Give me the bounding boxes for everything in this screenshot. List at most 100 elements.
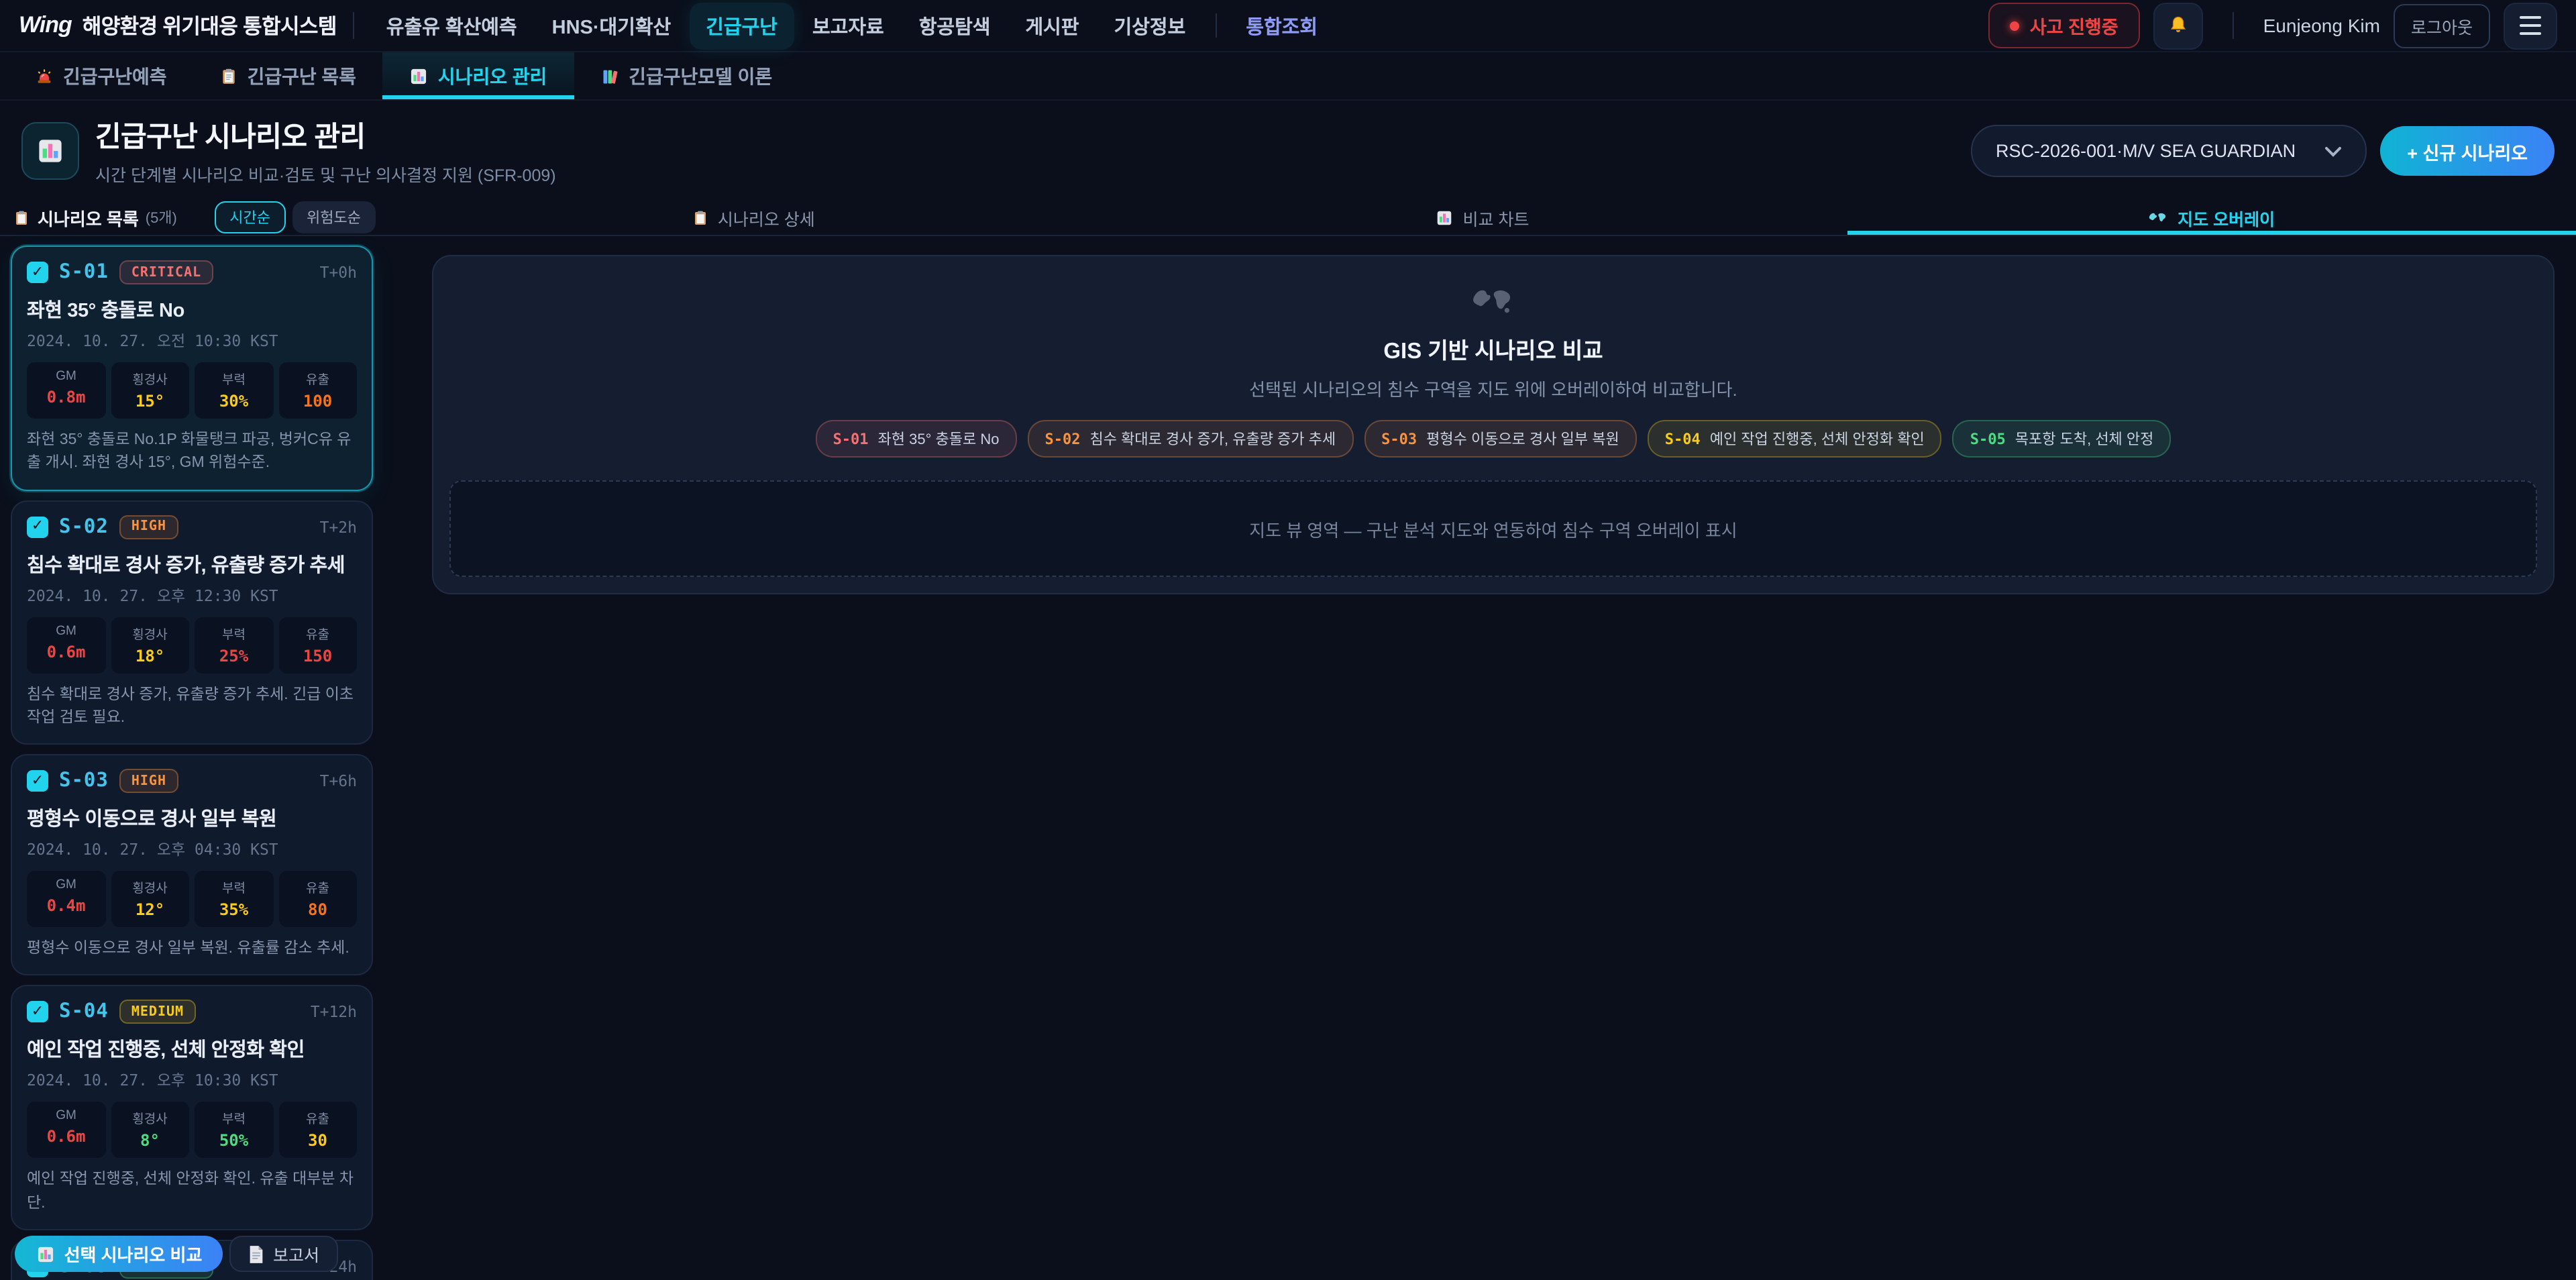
notifications-button[interactable] (2153, 2, 2203, 49)
chip-scenario-id: S-05 (1970, 430, 2006, 447)
metric-label: 유출 (278, 623, 357, 642)
nav-item-board[interactable]: 게시판 (1010, 2, 1095, 49)
metric-value: 35% (195, 900, 273, 919)
compare-scenarios-button[interactable]: 선택 시나리오 비교 (15, 1236, 223, 1272)
compare-button-label: 선택 시나리오 비교 (64, 1241, 203, 1267)
page-title-block: 긴급구난 시나리오 관리 시간 단계별 시나리오 비교·검토 및 구난 의사결정… (95, 115, 556, 186)
nav-item-spill[interactable]: 유출유 확산예측 (370, 2, 533, 49)
nav-item-hns[interactable]: HNS·대기확산 (536, 2, 688, 49)
scenario-chip[interactable]: S-05 목포항 도착, 선체 안정 (1953, 420, 2171, 458)
card-header: ✓ S-04 MEDIUM T+12h (27, 1000, 357, 1024)
nav-item-rescue[interactable]: 긴급구난 (690, 2, 794, 49)
nav-item-integrated[interactable]: 통합조회 (1230, 2, 1334, 49)
section-tabs: 긴급구난예측 긴급구난 목록 시나리오 관리 긴급구난모델 이론 (0, 52, 2576, 101)
metric-label: 유출 (278, 1109, 357, 1128)
brand-logo: Wing (19, 12, 72, 39)
time-offset: T+2h (320, 517, 357, 536)
tab-scenario-management[interactable]: 시나리오 관리 (383, 52, 574, 99)
metrics-row: GM 0.4m 횡경사 12° 부력 35% 유출 80 (27, 871, 357, 927)
metric-label: 부력 (195, 1109, 273, 1128)
metrics-row: GM 0.8m 횡경사 15° 부력 30% 유출 100 (27, 362, 357, 419)
card-header: ✓ S-01 CRITICAL T+0h (27, 260, 357, 284)
nav-item-aerial[interactable]: 항공탐색 (903, 2, 1007, 49)
tab-rescue-model-theory[interactable]: 긴급구난모델 이론 (574, 52, 799, 99)
scenario-checkbox[interactable]: ✓ (27, 516, 48, 537)
check-icon: ✓ (32, 519, 44, 534)
metric-box: 유출 150 (278, 617, 357, 673)
card-header: ✓ S-03 HIGH T+6h (27, 769, 357, 793)
tab-label: 긴급구난모델 이론 (629, 62, 772, 89)
metric-box: 부력 35% (195, 871, 273, 927)
tab-scenario-detail[interactable]: 시나리오 상세 (389, 200, 1118, 235)
metric-value: 8° (111, 1132, 189, 1151)
metric-box: GM 0.6m (27, 617, 105, 673)
tab-comparison-chart[interactable]: 비교 차트 (1118, 200, 1847, 235)
tab-label: 지도 오버레이 (2178, 205, 2275, 230)
scenario-checkbox[interactable]: ✓ (27, 1002, 48, 1023)
metric-label: 유출 (278, 877, 357, 896)
clipboard-icon (13, 209, 30, 226)
metric-value: 0.8m (27, 388, 105, 407)
document-icon (249, 1244, 265, 1263)
scenario-title: 좌현 35° 충돌로 No (27, 295, 357, 323)
nav-item-weather[interactable]: 기상정보 (1098, 2, 1202, 49)
scenario-chip[interactable]: S-02 침수 확대로 경사 증가, 유출량 증가 추세 (1028, 420, 1354, 458)
scenario-checkbox[interactable]: ✓ (27, 262, 48, 283)
bar-chart-icon (1436, 209, 1454, 226)
logout-button[interactable]: 로그아웃 (2394, 3, 2490, 48)
chip-scenario-title: 평형수 이동으로 경사 일부 복원 (1426, 428, 1619, 449)
toolbars-row: 시나리오 목록 (5개) 시간순 위험도순 시나리오 상세 비교 차트 (0, 200, 2576, 236)
sort-by-time-button[interactable]: 시간순 (215, 201, 285, 233)
metrics-row: GM 0.6m 횡경사 8° 부력 50% 유출 30 (27, 1102, 357, 1159)
scenario-list: ✓ S-01 CRITICAL T+0h 좌현 35° 충돌로 No 2024.… (0, 236, 384, 1280)
tab-label: 시나리오 관리 (438, 62, 547, 89)
metric-box: 유출 100 (278, 362, 357, 419)
new-scenario-button[interactable]: + 신규 시나리오 (2380, 126, 2555, 176)
metric-value: 25% (195, 646, 273, 665)
tab-rescue-forecast[interactable]: 긴급구난예측 (8, 52, 194, 99)
metric-box: GM 0.8m (27, 362, 105, 419)
scenario-chip[interactable]: S-01 좌현 35° 충돌로 No (816, 420, 1017, 458)
scenario-chip[interactable]: S-03 평형수 이동으로 경사 일부 복원 (1364, 420, 1637, 458)
chip-scenario-title: 침수 확대로 경사 증가, 유출량 증가 추세 (1090, 428, 1336, 449)
sort-by-risk-button[interactable]: 위험도순 (292, 201, 376, 233)
world-map-icon (1470, 286, 1516, 317)
check-icon: ✓ (32, 774, 44, 788)
card-header: ✓ S-02 HIGH T+2h (27, 515, 357, 539)
scenario-card[interactable]: ✓ S-02 HIGH T+2h 침수 확대로 경사 증가, 유출량 증가 추세… (11, 500, 373, 745)
scenario-checkbox[interactable]: ✓ (27, 770, 48, 792)
metric-box: 부력 25% (195, 617, 273, 673)
gis-subtitle: 선택된 시나리오의 침수 구역을 지도 위에 오버레이하여 비교합니다. (1249, 376, 1737, 401)
severity-badge: CRITICAL (119, 260, 213, 284)
metric-box: 횡경사 12° (111, 871, 189, 927)
tab-rescue-list[interactable]: 긴급구난 목록 (194, 52, 383, 99)
scenario-chip[interactable]: S-04 예인 작업 진행중, 선체 안정화 확인 (1648, 420, 1942, 458)
scenario-id: S-02 (59, 516, 109, 537)
case-selector-dropdown[interactable]: RSC-2026-001·M/V SEA GUARDIAN (1970, 125, 2367, 177)
menu-button[interactable] (2504, 2, 2557, 49)
severity-badge: MEDIUM (119, 1000, 196, 1024)
scenario-id: S-03 (59, 770, 109, 792)
siren-icon (35, 66, 54, 85)
report-button[interactable]: 보고서 (230, 1236, 338, 1272)
metric-value: 30 (278, 1132, 357, 1151)
scenario-card[interactable]: ✓ S-01 CRITICAL T+0h 좌현 35° 충돌로 No 2024.… (11, 246, 373, 490)
metric-box: 유출 80 (278, 871, 357, 927)
nav-item-reports[interactable]: 보고자료 (796, 2, 900, 49)
scenario-description: 좌현 35° 충돌로 No.1P 화물탱크 파공, 벙커C유 유출 개시. 좌현… (27, 429, 357, 476)
tab-label: 긴급구난예측 (63, 62, 167, 89)
chip-scenario-title: 목포항 도착, 선체 안정 (2015, 428, 2154, 449)
metric-box: 횡경사 15° (111, 362, 189, 419)
metric-label: 부력 (195, 877, 273, 896)
content-area: ✓ S-01 CRITICAL T+0h 좌현 35° 충돌로 No 2024.… (0, 236, 2576, 1280)
tab-map-overlay[interactable]: 지도 오버레이 (1847, 200, 2576, 235)
scenario-card[interactable]: ✓ S-03 HIGH T+6h 평형수 이동으로 경사 일부 복원 2024.… (11, 754, 373, 976)
books-icon (600, 66, 619, 85)
scenario-card[interactable]: ✓ S-04 MEDIUM T+12h 예인 작업 진행중, 선체 안정화 확인… (11, 985, 373, 1230)
metric-box: GM 0.6m (27, 1102, 105, 1159)
metric-value: 18° (111, 646, 189, 665)
check-icon: ✓ (32, 1005, 44, 1020)
scenario-count: (5개) (146, 207, 177, 228)
time-offset: T+0h (320, 263, 357, 282)
page-header: 긴급구난 시나리오 관리 시간 단계별 시나리오 비교·검토 및 구난 의사결정… (0, 101, 2576, 200)
